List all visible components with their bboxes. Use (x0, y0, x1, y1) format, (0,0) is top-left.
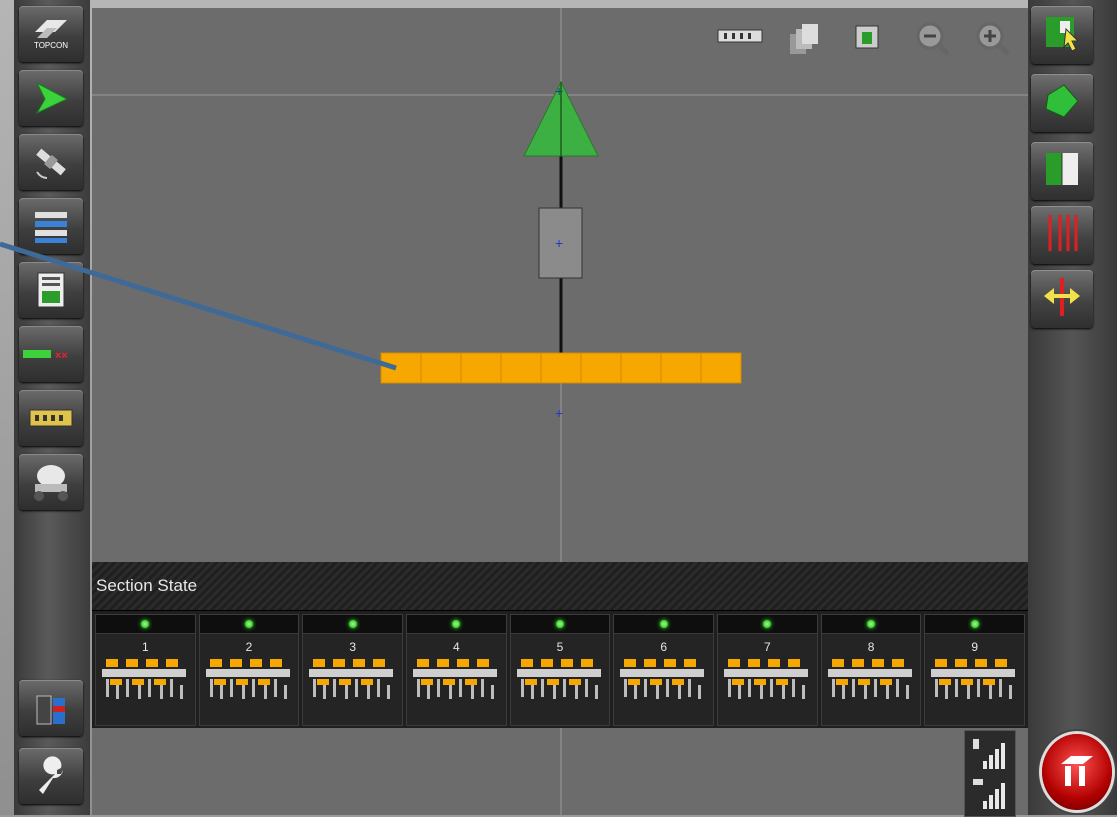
field-select-button[interactable] (1031, 6, 1093, 64)
section-cell[interactable]: 8 (820, 614, 922, 726)
section-cell[interactable]: 3 (302, 614, 404, 726)
boundary-icon (1042, 81, 1082, 126)
screen-frame: TOPCON ×× + + + Section State 1 2 3 4 5 … (0, 0, 1117, 817)
section-number: 2 (245, 640, 253, 654)
section-status-led (452, 620, 461, 628)
master-switch-button[interactable] (1042, 734, 1112, 810)
section-state-title: Section State (96, 576, 198, 595)
field-cursor-icon (1042, 13, 1082, 58)
section-state-panel: Section State 1 2 3 4 5 6 7 8 9 (92, 562, 1028, 728)
implement-row-icon (827, 657, 918, 720)
boundary-button[interactable] (1031, 74, 1093, 132)
implement-row-icon (205, 657, 296, 720)
implement-row-icon (309, 657, 399, 720)
section-number: 6 (660, 640, 668, 654)
section-status-led (867, 620, 876, 628)
section-cell[interactable]: 9 (924, 614, 1026, 726)
section-number: 4 (453, 640, 460, 654)
guidance-button[interactable] (1031, 142, 1093, 200)
implement-row-icon (724, 657, 814, 720)
signal-status-panel (964, 730, 1016, 817)
lines-button[interactable] (1031, 206, 1093, 264)
section-number: 8 (867, 640, 875, 654)
shift-arrows-icon (1040, 274, 1084, 325)
guidance-icon (1042, 149, 1082, 194)
red-lines-icon (1042, 211, 1082, 260)
section-status-led (763, 620, 772, 628)
section-status-led (556, 620, 565, 628)
network-signal-icon (971, 777, 1009, 816)
section-number: 7 (764, 640, 771, 654)
section-cell[interactable]: 6 (613, 614, 715, 726)
section-cell[interactable]: 2 (198, 614, 300, 726)
section-status-led (348, 620, 357, 628)
implement-row-icon (516, 657, 607, 720)
section-number: 5 (556, 640, 564, 654)
section-status-led (970, 620, 979, 628)
section-number: 1 (141, 640, 149, 654)
section-status-led (245, 620, 253, 628)
section-number: 3 (349, 640, 357, 654)
shift-button[interactable] (1031, 270, 1093, 328)
implement-row-icon (102, 657, 192, 720)
section-cell[interactable]: 1 (95, 614, 196, 726)
implement-row-icon (413, 657, 503, 720)
signal-strength-icon (971, 737, 1009, 776)
implement-row-icon (620, 657, 710, 720)
section-number: 9 (971, 640, 979, 654)
topcon-emblem-icon (1057, 754, 1097, 795)
section-status-led (141, 620, 150, 628)
section-list: 1 2 3 4 5 6 7 8 9 (95, 614, 1026, 726)
section-cell[interactable]: 5 (509, 614, 611, 726)
section-cell[interactable]: 7 (717, 614, 818, 726)
section-state-header (92, 562, 1028, 611)
section-cell[interactable]: 4 (406, 614, 507, 726)
section-status-led (659, 620, 668, 628)
right-toolbar (1028, 0, 1117, 815)
implement-row-icon (931, 657, 1021, 720)
